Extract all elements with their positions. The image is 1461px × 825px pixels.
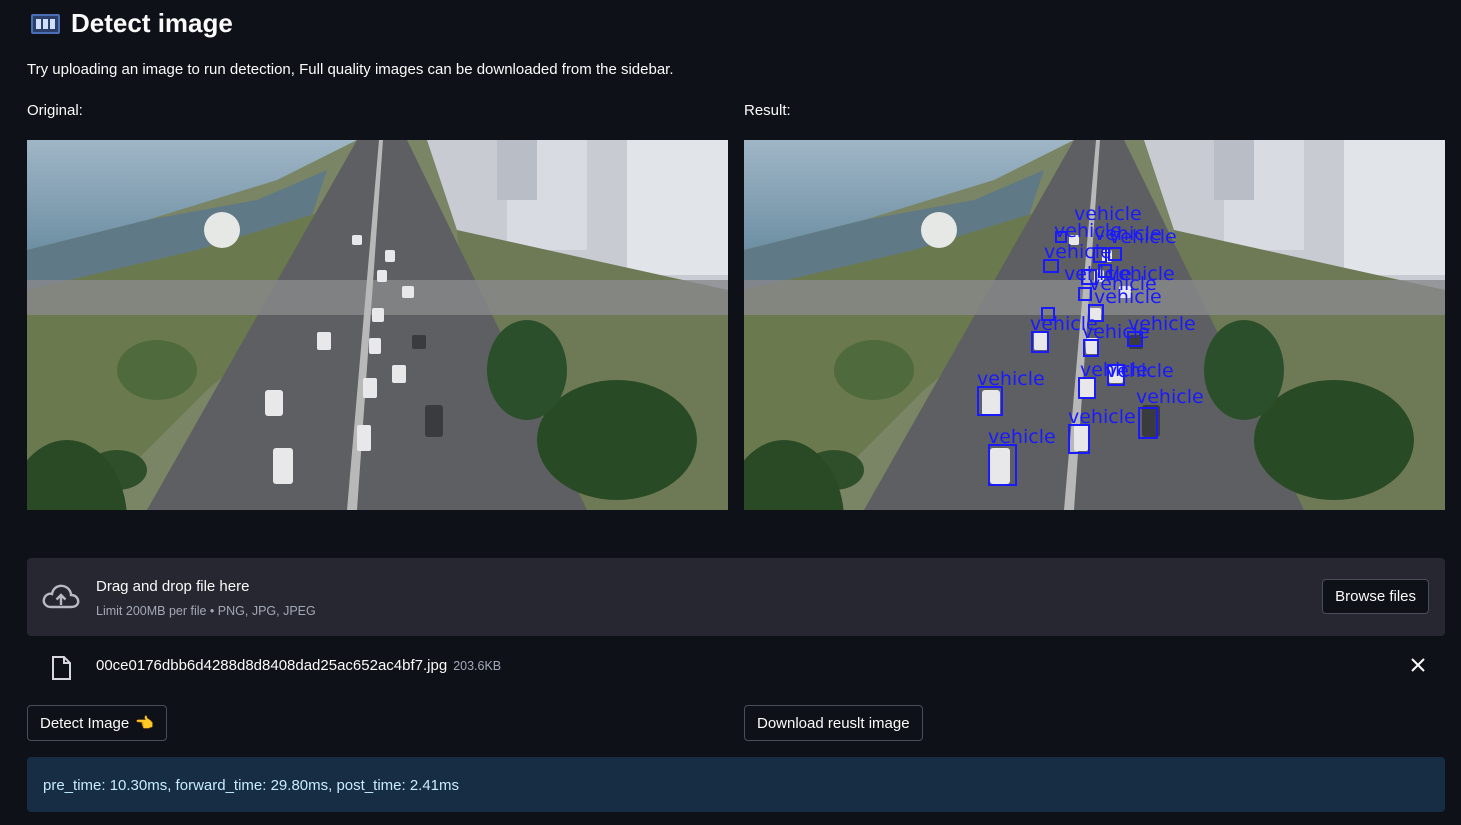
page-subtitle: Try uploading an image to run detection,… — [27, 61, 674, 78]
browse-files-button[interactable]: Browse files — [1322, 579, 1429, 614]
uploaded-file-row: 00ce0176dbb6d4288d8d8408dad25ac652ac4bf7… — [27, 648, 1445, 684]
timing-info-box: pre_time: 10.30ms, forward_time: 29.80ms… — [27, 757, 1445, 812]
detection-label: vehicle — [1064, 263, 1132, 285]
dropzone-hint: Limit 200MB per file • PNG, JPG, JPEG — [96, 604, 316, 618]
detection-label: vehicle — [1074, 203, 1142, 225]
page-header: Detect image — [31, 8, 233, 39]
detection-label: vehicle — [1068, 406, 1136, 428]
page-title: Detect image — [71, 8, 233, 38]
result-image: vehicle vehicle vehicle vehicle vehicle vehic… — [744, 140, 1445, 510]
cloud-upload-icon — [42, 584, 80, 609]
detection-label: vehicle — [988, 426, 1056, 448]
detect-image-label: Detect Image — [40, 714, 130, 732]
file-name-text: 00ce0176dbb6d4288d8d8408dad25ac652ac4bf7… — [96, 657, 448, 674]
pointing-hand-icon: 👈 — [135, 715, 154, 732]
download-result-button[interactable]: Download reuslt image — [744, 705, 923, 741]
film-frames-icon — [31, 13, 60, 34]
detect-image-button[interactable]: Detect Image 👈 — [27, 705, 167, 741]
original-image — [27, 140, 728, 510]
file-name: 00ce0176dbb6d4288d8d8408dad25ac652ac4bf7… — [96, 657, 501, 674]
file-uploader-dropzone[interactable]: Drag and drop file here Limit 200MB per … — [27, 558, 1445, 636]
file-icon — [52, 656, 71, 680]
timing-info-text: pre_time: 10.30ms, forward_time: 29.80ms… — [43, 777, 460, 794]
detection-label: vehicle — [1106, 360, 1174, 382]
detection-label: vehicle — [1136, 386, 1204, 408]
file-size: 203.6KB — [453, 659, 502, 673]
dropzone-title: Drag and drop file here — [96, 578, 250, 595]
close-icon[interactable] — [1409, 656, 1427, 674]
result-label: Result: — [744, 102, 791, 119]
original-label: Original: — [27, 102, 83, 119]
detection-label: vehicle — [977, 368, 1045, 390]
detection-label: vehicle — [1128, 313, 1196, 335]
